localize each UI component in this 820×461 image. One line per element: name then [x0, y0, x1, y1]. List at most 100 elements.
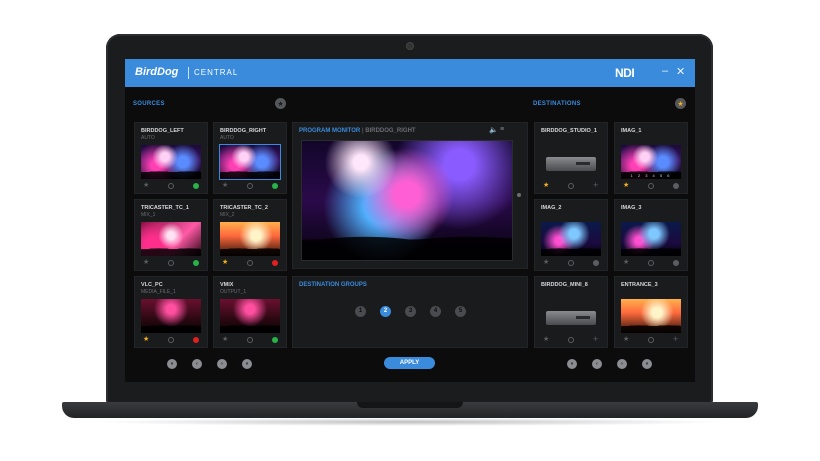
source-sub: MEDIA_FILE_1 [141, 289, 176, 295]
settings-icon[interactable] [648, 260, 654, 266]
destination-name: IMAG_1 [621, 128, 642, 134]
count-badge-icon [593, 260, 599, 266]
sources-favorites-button[interactable]: ★ [275, 98, 286, 109]
title-bar: BirdDog CENTRAL NDI – ✕ [125, 59, 695, 87]
source-tile-vlc-pc[interactable]: VLC_PC MEDIA_FILE_1 ★ [134, 276, 208, 348]
destinations-favorites-button[interactable]: ★ [675, 98, 686, 109]
favorite-star-icon[interactable]: ★ [222, 182, 228, 190]
laptop-notch [357, 402, 463, 408]
group-button-1[interactable]: 1 [355, 306, 366, 317]
source-tile-tricaster-tc-1[interactable]: TRICASTER_TC_1 MIX_1 ★ [134, 199, 208, 271]
settings-icon[interactable] [568, 260, 574, 266]
destination-tile-imag-3[interactable]: IMAG_3 ★ [614, 199, 688, 271]
add-icon[interactable]: + [593, 335, 598, 344]
add-icon[interactable]: + [593, 181, 598, 190]
status-live-icon [272, 260, 278, 266]
destination-tile-imag-1[interactable]: IMAG_1 1 2 3 4 5 6 ★ [614, 122, 688, 194]
destination-thumbnail [621, 299, 681, 333]
destination-groups-title: DESTINATION GROUPS [299, 282, 367, 288]
monitor-slider-handle[interactable] [517, 193, 521, 197]
device-image [541, 145, 601, 179]
settings-icon[interactable] [168, 260, 174, 266]
settings-icon[interactable] [247, 183, 253, 189]
favorite-star-icon[interactable]: ★ [143, 182, 149, 190]
destinations-first-page-button[interactable]: « [567, 359, 577, 369]
source-thumbnail [220, 222, 280, 256]
settings-icon[interactable] [247, 337, 253, 343]
status-online-icon [272, 183, 278, 189]
group-button-4[interactable]: 4 [430, 306, 441, 317]
settings-icon[interactable] [168, 183, 174, 189]
destination-tile-entrance-3[interactable]: ENTRANCE_3 ★ + [614, 276, 688, 348]
source-name: VMIX [220, 282, 234, 288]
product-name: CENTRAL [194, 68, 239, 77]
settings-icon[interactable] [247, 260, 253, 266]
source-tile-birddog-right[interactable]: BIRDDOG_RIGHT AUTO ★ [213, 122, 287, 194]
destinations-last-page-button[interactable]: » [642, 359, 652, 369]
menu-icon[interactable]: ≡ [500, 126, 504, 133]
status-live-icon [193, 337, 199, 343]
ndi-logo: NDI [615, 66, 635, 80]
count-badge-icon [673, 183, 679, 189]
apply-button[interactable]: APPLY [384, 357, 435, 369]
settings-icon[interactable] [648, 337, 654, 343]
favorite-star-icon[interactable]: ★ [222, 259, 228, 267]
source-thumbnail [141, 145, 201, 179]
destination-tile-imag-2[interactable]: IMAG_2 ★ [534, 199, 608, 271]
favorite-star-icon[interactable]: ★ [222, 336, 228, 344]
favorite-star-icon[interactable]: ★ [543, 336, 549, 344]
group-button-5[interactable]: 5 [455, 306, 466, 317]
favorite-star-icon[interactable]: ★ [623, 259, 629, 267]
settings-icon[interactable] [648, 183, 654, 189]
settings-icon[interactable] [568, 337, 574, 343]
source-sub: MIX_1 [141, 212, 156, 218]
settings-icon[interactable] [568, 183, 574, 189]
volume-icon[interactable]: 🔈 [489, 126, 498, 134]
destinations-next-page-button[interactable]: › [617, 359, 627, 369]
app-window: BirdDog CENTRAL NDI – ✕ SOURCES ★ DESTIN… [125, 59, 695, 382]
favorite-star-icon[interactable]: ★ [143, 336, 149, 344]
source-tile-birddog-left[interactable]: BIRDDOG_LEFT AUTO ★ [134, 122, 208, 194]
destination-name: IMAG_2 [541, 205, 562, 211]
destination-thumbnail: 1 2 3 4 5 6 [621, 145, 681, 179]
source-tile-tricaster-tc-2[interactable]: TRICASTER_TC_2 MIX_2 ★ [213, 199, 287, 271]
favorite-star-icon[interactable]: ★ [143, 259, 149, 267]
title-separator: | [361, 128, 364, 134]
favorite-star-icon[interactable]: ★ [623, 182, 629, 190]
source-name: BIRDDOG_RIGHT [220, 128, 267, 134]
source-thumbnail-selected [219, 144, 281, 180]
sources-last-page-button[interactable]: » [242, 359, 252, 369]
sources-first-page-button[interactable]: « [167, 359, 177, 369]
sources-prev-page-button[interactable]: ‹ [192, 359, 202, 369]
program-monitor-title: PROGRAM MONITOR | BIRDDOG_RIGHT [299, 128, 416, 134]
laptop-shadow [90, 418, 730, 426]
destination-thumbnail [621, 222, 681, 256]
source-sub: OUTPUT_1 [220, 289, 247, 295]
source-thumbnail [220, 299, 280, 333]
destinations-prev-page-button[interactable]: ‹ [592, 359, 602, 369]
destination-name: BIRDDOG_STUDIO_1 [541, 128, 597, 134]
status-online-icon [272, 337, 278, 343]
source-tile-vmix[interactable]: VMIX OUTPUT_1 ★ [213, 276, 287, 348]
destinations-label: DESTINATIONS [533, 101, 581, 107]
source-name: TRICASTER_TC_2 [220, 205, 268, 211]
webcam [406, 42, 414, 50]
minimize-button[interactable]: – [662, 65, 668, 77]
count-badge-icon [673, 260, 679, 266]
settings-icon[interactable] [168, 337, 174, 343]
source-sub: MIX_2 [220, 212, 235, 218]
favorite-star-icon[interactable]: ★ [543, 259, 549, 267]
destination-groups-panel: DESTINATION GROUPS 1 2 3 4 5 [292, 276, 528, 348]
group-button-3[interactable]: 3 [405, 306, 416, 317]
destination-tile-birddog-mini-8[interactable]: BIRDDOG_MINI_8 ★ + [534, 276, 608, 348]
favorite-star-icon[interactable]: ★ [543, 182, 549, 190]
source-thumbnail [141, 222, 201, 256]
add-icon[interactable]: + [673, 335, 678, 344]
favorite-star-icon[interactable]: ★ [623, 336, 629, 344]
star-icon: ★ [277, 100, 284, 108]
group-button-2[interactable]: 2 [380, 306, 391, 317]
destination-name: BIRDDOG_MINI_8 [541, 282, 588, 288]
sources-next-page-button[interactable]: › [217, 359, 227, 369]
close-button[interactable]: ✕ [676, 65, 685, 78]
destination-tile-birddog-studio-1[interactable]: BIRDDOG_STUDIO_1 ★ + [534, 122, 608, 194]
